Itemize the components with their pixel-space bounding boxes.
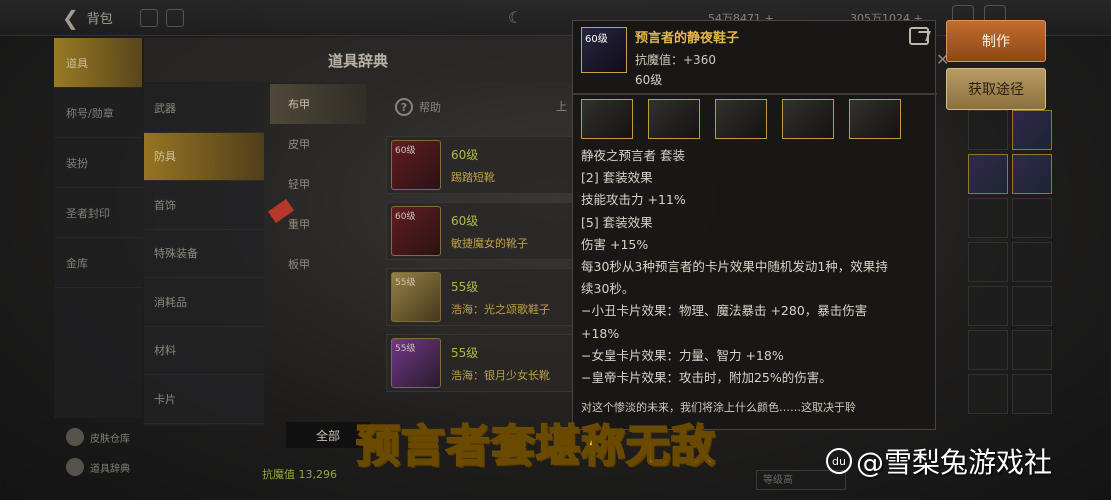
set-piece[interactable] [581,99,633,139]
list-item[interactable]: 60级 60级 敏捷魔女的靴子 [386,202,576,260]
set-piece[interactable] [782,99,834,139]
left-nav-item-seal[interactable]: 圣者封印 [54,188,142,238]
left-nav-item-vault[interactable]: 金库 [54,238,142,288]
weibo-logo-icon: du [826,448,852,474]
grid-slot[interactable] [1012,330,1052,370]
item-name: 浩海：光之颂歌鞋子 [451,302,550,316]
empress-card-effect: −女皇卡片效果：力量、智力 +18% [581,347,784,363]
video-caption: 预言者套堪称无敌 [355,420,716,473]
help-diamond-icon[interactable] [140,9,158,27]
skin-storage-link[interactable]: 皮肤仓库 [66,422,130,452]
panel-title: 道具辞典 [144,38,572,82]
subcategory-plate[interactable]: 板甲 [270,244,366,284]
tooltip-item-icon: 60级 [581,27,627,73]
subcategory-list: 布甲 皮甲 轻甲 重甲 板甲 [270,84,366,294]
top-bar: ❮ 背包 ☾ 54万8471 + 305万1024 + [0,0,1111,36]
item-level: 60级 [451,213,479,228]
magic-resistance-total: 抗魔值 13,296 [262,468,337,481]
set-piece[interactable] [648,99,700,139]
craft-button[interactable]: 制作 [946,20,1046,62]
sort-toggle[interactable]: 上 [556,98,567,114]
item-name: 踢踏短靴 [451,170,495,184]
set-bonus-2-effect: 技能攻击力 +11% [581,192,686,208]
subcategory-cloth[interactable]: 布甲 [270,84,366,124]
category-card[interactable]: 卡片 [144,375,264,424]
item-level: 55级 [451,345,479,360]
category-special[interactable]: 特殊装备 [144,230,264,278]
grid-slot[interactable] [968,374,1008,414]
help-button[interactable]: ? 帮助 [395,98,441,116]
set-bonus-desc-2: 续30秒。 [581,281,635,297]
set-bonus-5-effect: 伤害 +15% [581,236,649,252]
moon-icon: ☾ [508,8,523,27]
grid-slot[interactable] [968,242,1008,282]
share-icon[interactable] [909,27,929,45]
calendar-icon[interactable] [166,9,184,27]
grid-slot[interactable] [1012,110,1052,150]
back-arrow-icon[interactable]: ❮ [62,6,79,30]
grid-slot[interactable] [968,330,1008,370]
tooltip-level: 60级 [635,73,663,87]
set-piece[interactable] [715,99,767,139]
set-bonus-5-title: [5] 套装效果 [581,214,653,230]
grid-slot[interactable] [1012,286,1052,326]
category-weapon[interactable]: 武器 [144,84,264,133]
category-accessory[interactable]: 首饰 [144,181,264,230]
item-thumbnail: 60级 [391,206,441,256]
subcategory-leather[interactable]: 皮甲 [270,124,366,164]
item-thumbnail: 60级 [391,140,441,190]
item-level: 60级 [451,147,479,162]
left-nav-item-titles[interactable]: 称号/勋章 [54,88,142,138]
watermark: du @雪梨兔游戏社 [826,441,1052,481]
bottom-left-links: 皮肤仓库 道具辞典 [66,422,130,482]
clown-card-effect-cont: +18% [581,325,620,341]
item-list: 60级 60级 踢踏短靴 60级 60级 敏捷魔女的靴子 55级 55级 浩海：光之颂… [386,136,576,400]
item-thumbnail: 55级 [391,338,441,388]
tooltip-description: 静夜之预言者 套装 [2] 套装效果 技能攻击力 +11% [5] 套装效果 伤… [581,145,926,389]
grid-slot[interactable] [1012,154,1052,194]
source-button[interactable]: 获取途径 [946,68,1046,110]
grid-slot[interactable] [1012,242,1052,282]
tooltip-divider [573,93,937,95]
left-nav-item-items[interactable]: 道具 [54,38,142,88]
back-label[interactable]: 背包 [87,8,113,27]
set-bonus-desc-1: 每30秒从3种预言者的卡片效果中随机发动1种，效果持 [581,259,888,275]
list-item[interactable]: 55级 55级 浩海：光之颂歌鞋子 [386,268,576,326]
grid-slot[interactable] [968,110,1008,150]
item-level: 55级 [451,279,479,294]
question-icon: ? [395,98,413,116]
category-armor[interactable]: 防具 [144,132,264,181]
set-piece[interactable] [849,99,901,139]
set-bonus-2-title: [2] 套装效果 [581,170,653,186]
category-list: 武器 防具 首饰 特殊装备 消耗品 材料 卡片 [144,84,264,426]
inventory-grid [966,108,1056,416]
category-material[interactable]: 材料 [144,327,264,375]
clown-card-effect: −小丑卡片效果：物理、魔法暴击 +280，暴击伤害 [581,303,868,319]
grid-slot[interactable] [968,198,1008,238]
list-item[interactable]: 55级 55级 浩海：银月少女长靴 [386,334,576,392]
item-thumbnail: 55级 [391,272,441,322]
list-item[interactable]: 60级 60级 踢踏短靴 [386,136,576,194]
left-nav-item-costume[interactable]: 装扮 [54,138,142,188]
storage-icon [66,428,84,446]
top-misc-icons [140,9,184,27]
dictionary-icon [66,458,84,476]
tooltip-stat: 抗魔值：+360 [635,53,716,67]
grid-slot[interactable] [1012,374,1052,414]
item-name: 浩海：银月少女长靴 [451,368,550,382]
set-piece-row [581,99,901,139]
item-name: 敏捷魔女的靴子 [451,236,528,250]
item-dictionary-link[interactable]: 道具辞典 [66,452,130,482]
grid-slot[interactable] [1012,198,1052,238]
set-name: 静夜之预言者 套装 [581,148,685,163]
grid-slot[interactable] [968,154,1008,194]
grid-slot[interactable] [968,286,1008,326]
item-tooltip: 60级 预言者的静夜鞋子 抗魔值：+360 60级 静夜之预言者 套装 [2] … [572,20,937,430]
subcategory-light[interactable]: 轻甲 [270,164,366,204]
left-nav: 道具 称号/勋章 装扮 圣者封印 金库 [54,38,142,418]
category-consumable[interactable]: 消耗品 [144,278,264,327]
help-label: 帮助 [419,101,441,114]
emperor-card-effect: −皇帝卡片效果：攻击时，附加25%的伤害。 [581,370,832,386]
tooltip-item-name: 预言者的静夜鞋子 [635,31,740,46]
